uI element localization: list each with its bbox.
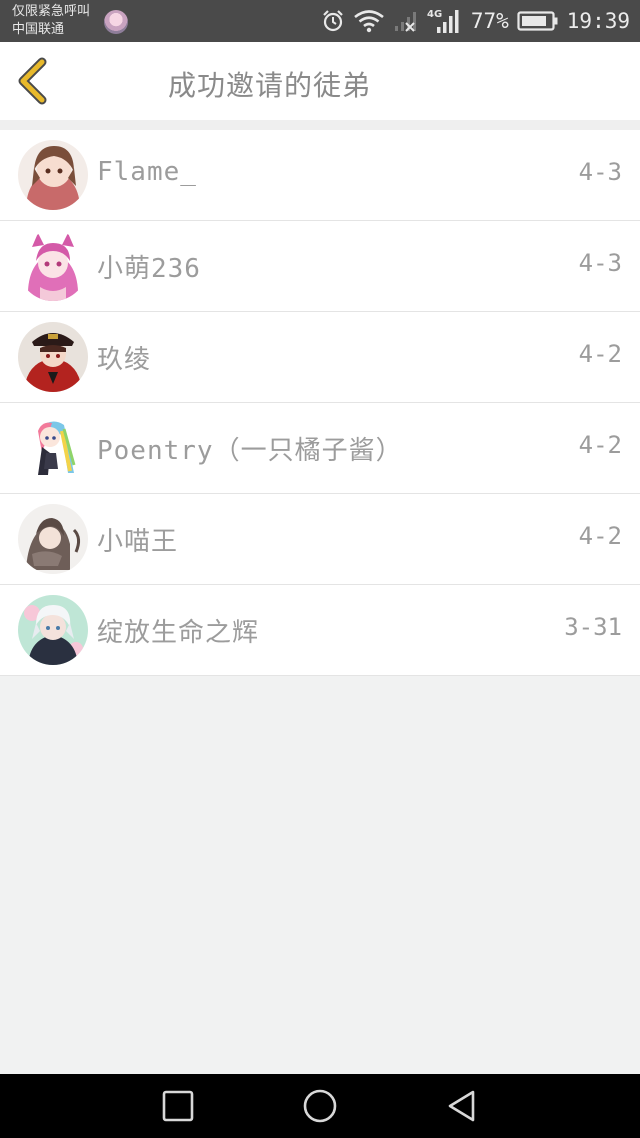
signal-4g-icon: 4G (427, 9, 459, 33)
square-icon (162, 1090, 194, 1122)
invite-date: 4-2 (578, 431, 622, 459)
invite-date: 3-31 (564, 613, 622, 641)
invitee-name: 绽放生命之辉 (97, 618, 260, 648)
avatar-gray-hair-icon (18, 504, 88, 574)
carrier-line-name: 中国联通 (12, 22, 65, 37)
avatar-brown-hair-icon (18, 140, 88, 210)
status-icons: 4G 77% 19:39 (321, 0, 630, 42)
alarm-icon (323, 10, 343, 32)
avatar-pink-hair-icon (18, 231, 88, 301)
triangle-back-icon (448, 1090, 475, 1122)
avatar-red-uniform-icon (18, 322, 88, 392)
invite-date: 4-3 (578, 249, 622, 277)
app-header: 成功邀请的徒弟 (0, 42, 640, 120)
list-item-invitee[interactable]: 绽放生命之辉 3-31 (0, 585, 640, 676)
navigation-bar (0, 1074, 640, 1138)
battery-percentage: 77% (470, 9, 509, 33)
invitee-name: Flame_ (97, 157, 197, 187)
list-item-invitee[interactable]: 小萌236 4-3 (0, 221, 640, 312)
network-type-label: 4G (427, 9, 442, 20)
invitee-name: 小萌236 (97, 254, 201, 284)
invitee-name: 玖绫 (97, 345, 152, 375)
invite-date: 4-2 (578, 340, 622, 368)
clock: 19:39 (566, 9, 630, 33)
page-title: 成功邀请的徒弟 (168, 69, 372, 102)
battery-icon (517, 11, 558, 31)
avatar-rainbow-hair-icon (18, 413, 88, 483)
wifi-icon (354, 10, 384, 33)
avatar-white-hair-icon (18, 595, 88, 665)
list-item-invitee[interactable]: 玖绫 4-2 (0, 312, 640, 403)
list-item-invitee[interactable]: 小喵王 4-2 (0, 494, 640, 585)
invite-date: 4-3 (578, 158, 622, 186)
invite-date: 4-2 (578, 522, 622, 550)
carrier-info: 仅限紧急呼叫 中国联通 (12, 3, 90, 39)
notification-avatar-icon (104, 10, 128, 34)
home-button[interactable] (302, 1088, 338, 1124)
invitee-list: Flame_ 4-3 小萌236 4-3 玖绫 4-2 Poentry（一只橘子… (0, 130, 640, 676)
list-item-invitee[interactable]: Poentry（一只橘子酱） 4-2 (0, 403, 640, 494)
status-bar: 仅限紧急呼叫 中国联通 4G 77% 19:39 (0, 0, 640, 42)
carrier-line-emergency: 仅限紧急呼叫 (12, 4, 91, 19)
header-divider (0, 120, 640, 130)
chevron-left-icon (18, 57, 47, 105)
recents-button[interactable] (160, 1088, 196, 1124)
invitee-name: 小喵王 (97, 527, 179, 557)
back-button[interactable] (12, 56, 56, 106)
circle-icon (303, 1089, 337, 1123)
invitee-name: Poentry（一只橘子酱） (97, 436, 403, 466)
list-item-invitee[interactable]: Flame_ 4-3 (0, 130, 640, 221)
signal-off-icon (394, 12, 416, 32)
back-nav-button[interactable] (444, 1088, 480, 1124)
